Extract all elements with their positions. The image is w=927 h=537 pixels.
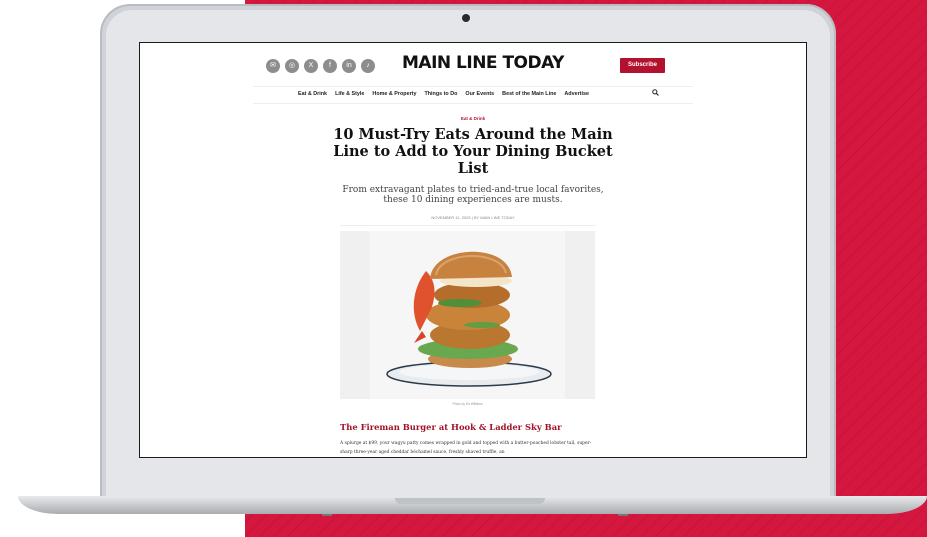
nav-item[interactable]: Our Events [465, 91, 494, 97]
nav-item[interactable]: Life & Style [335, 91, 364, 97]
nav-item[interactable]: Home & Property [372, 91, 416, 97]
social-icons: ✉ ◎ Xf in ♪ [266, 59, 375, 73]
laptop-foot [322, 514, 332, 516]
linkedin-icon[interactable]: in [342, 59, 356, 73]
webcam-icon [462, 14, 470, 22]
burger-photo [340, 231, 595, 399]
article-body: A splurge at $99, your wagyu patty comes… [340, 441, 592, 455]
article-category[interactable]: Eat & Drink [140, 116, 806, 121]
nav-item[interactable]: Best of the Main Line [502, 91, 556, 97]
main-nav: Eat & Drink Life & Style Home & Property Th… [253, 86, 693, 104]
laptop-foot [618, 514, 628, 516]
email-icon[interactable]: ✉ [266, 59, 280, 73]
nav-item[interactable]: Things to Do [424, 91, 457, 97]
x-icon[interactable]: X [304, 59, 318, 73]
laptop-notch [395, 498, 545, 504]
divider [340, 225, 596, 226]
subscribe-button[interactable]: Subscribe [620, 58, 665, 73]
instagram-icon[interactable]: ◎ [285, 59, 299, 73]
article-dek: From extravagant plates to tried-and-tru… [342, 185, 604, 205]
article-headline: 10 Must-Try Eats Around the Main Line to… [333, 126, 613, 177]
nav-item[interactable]: Advertise [564, 91, 589, 97]
article-byline: NOVEMBER 11, 2025 | BY MAIN LINE TODAY [431, 215, 515, 220]
laptop-screen: ✉ ◎ Xf in ♪ MAIN LINE TODAY Subscribe Eat & … [139, 42, 807, 458]
tiktok-icon[interactable]: ♪ [361, 59, 375, 73]
search-icon[interactable] [652, 89, 659, 96]
site-logo[interactable]: MAIN LINE TODAY [402, 53, 564, 73]
nav-items: Eat & Drink Life & Style Home & Property Th… [298, 91, 589, 97]
facebook-icon[interactable]: f [323, 59, 337, 73]
section-subhead: The Fireman Burger at Hook & Ladder Sky … [340, 422, 562, 432]
nav-item[interactable]: Eat & Drink [298, 91, 327, 97]
photo-credit: Photo by Ed Williams [452, 402, 483, 406]
burger-illustration [370, 231, 565, 399]
